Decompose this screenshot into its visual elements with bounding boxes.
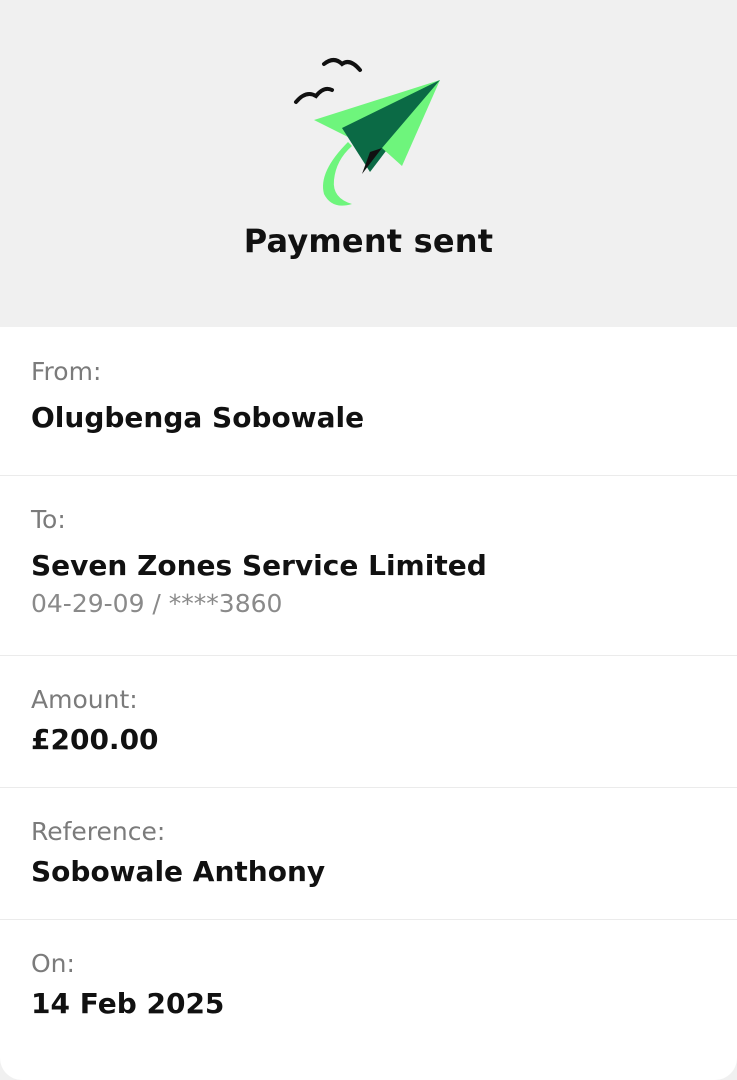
amount-section: Amount: £200.00 — [0, 655, 737, 788]
bird-icon — [294, 86, 334, 104]
plane-trail — [323, 142, 352, 206]
bird-icon — [322, 58, 362, 72]
paper-plane-icon — [294, 58, 440, 206]
amount-label: Amount: — [31, 685, 138, 714]
plane-fold — [342, 80, 440, 172]
payment-details-card: From: Olugbenga Sobowale To: Seven Zones… — [0, 327, 737, 1080]
reference-label: Reference: — [31, 817, 166, 846]
page-title: Payment sent — [243, 222, 494, 260]
payment-receipt-screen: Payment sent From: Olugbenga Sobowale To… — [0, 0, 737, 1080]
to-value: Seven Zones Service Limited — [31, 549, 487, 582]
reference-section: Reference: Sobowale Anthony — [0, 787, 737, 920]
to-label: To: — [31, 505, 66, 534]
from-section: From: Olugbenga Sobowale — [0, 327, 737, 476]
account-details: 04-29-09 / ****3860 — [31, 589, 283, 618]
from-label: From: — [31, 357, 102, 386]
to-section: To: Seven Zones Service Limited 04-29-09… — [0, 475, 737, 656]
date-label: On: — [31, 949, 75, 978]
amount-value: £200.00 — [31, 723, 159, 756]
date-value: 14 Feb 2025 — [31, 987, 225, 1020]
date-section: On: 14 Feb 2025 — [0, 919, 737, 1079]
from-value: Olugbenga Sobowale — [31, 401, 365, 434]
reference-value: Sobowale Anthony — [31, 855, 326, 888]
header-section: Payment sent — [0, 0, 737, 327]
